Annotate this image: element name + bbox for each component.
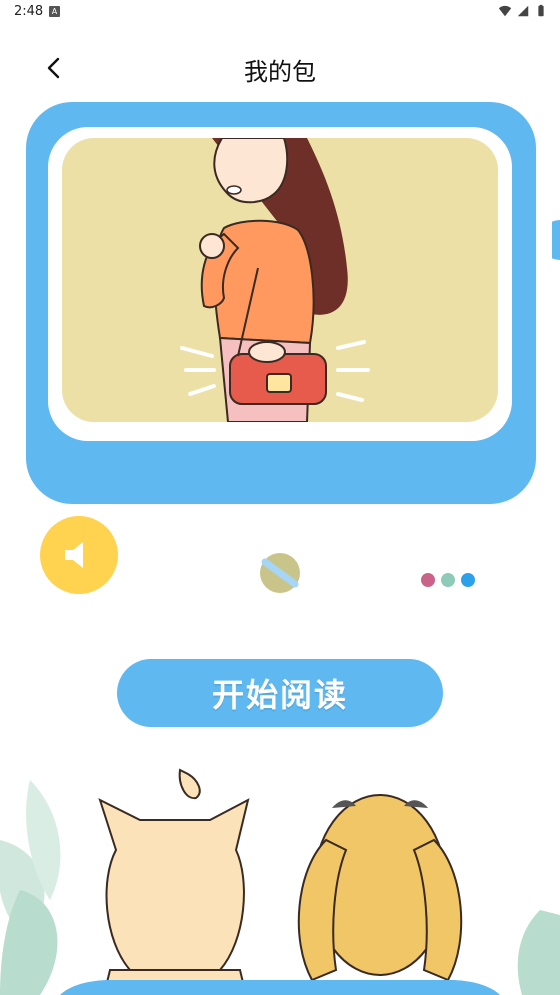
sound-button[interactable] xyxy=(40,516,118,594)
status-icons xyxy=(498,4,548,18)
next-card-edge xyxy=(552,220,560,260)
indicator-dot xyxy=(461,573,475,587)
notification-icon: A xyxy=(49,6,60,17)
speaker-icon xyxy=(65,542,83,568)
tv-indicator-dots xyxy=(421,573,475,587)
signal-icon xyxy=(517,5,529,17)
indicator-dot xyxy=(421,573,435,587)
indicator-dot xyxy=(441,573,455,587)
start-reading-button[interactable]: 开始阅读 xyxy=(117,659,443,727)
header: 我的包 xyxy=(0,40,560,96)
animals-illustration xyxy=(0,768,560,995)
story-illustration xyxy=(62,138,498,422)
wifi-icon xyxy=(498,5,512,17)
battery-icon xyxy=(538,4,544,17)
girl-with-bag-image xyxy=(180,138,370,422)
status-time: 2:48 xyxy=(14,4,44,19)
page-title: 我的包 xyxy=(244,58,316,86)
tv-knob-icon xyxy=(260,553,300,593)
status-bar: 2:48 A xyxy=(0,0,560,24)
